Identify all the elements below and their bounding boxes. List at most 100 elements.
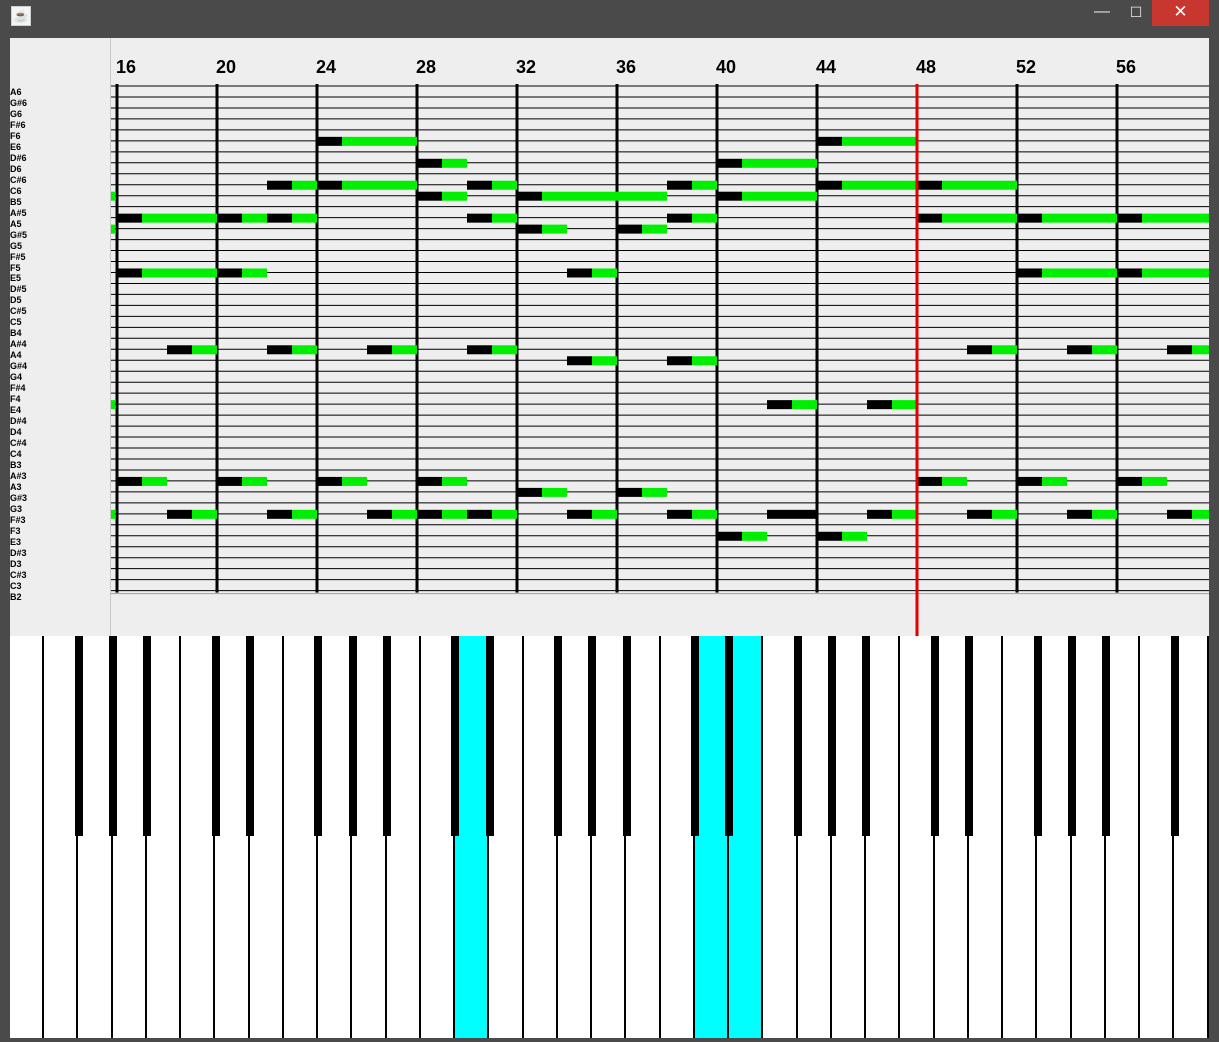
note-tail	[742, 531, 767, 541]
white-key[interactable]	[284, 636, 318, 1038]
black-key[interactable]	[794, 636, 802, 836]
note-tail	[242, 213, 267, 223]
close-button[interactable]: ✕	[1152, 0, 1209, 26]
java-cup-icon[interactable]: ☕	[11, 6, 31, 26]
black-key[interactable]	[588, 636, 596, 836]
white-key[interactable]	[866, 636, 900, 1038]
black-key[interactable]	[1102, 636, 1110, 836]
minimize-button[interactable]: —	[1084, 0, 1120, 26]
white-key[interactable]	[764, 636, 798, 1038]
pitch-label: F#4	[10, 383, 26, 394]
white-key[interactable]	[592, 636, 626, 1038]
pitch-label: D5	[10, 295, 22, 306]
black-key[interactable]	[931, 636, 939, 836]
white-key[interactable]	[1072, 636, 1106, 1038]
white-key[interactable]	[79, 636, 113, 1038]
white-key[interactable]	[1038, 636, 1072, 1038]
note-tail	[592, 509, 617, 519]
pitch-label: B4	[10, 328, 22, 339]
piano-keyboard[interactable]	[10, 636, 1209, 1038]
note-head	[1117, 476, 1142, 486]
note-head	[417, 476, 442, 486]
note-grid-canvas[interactable]: 16 20 24 28 32 36 40 44 48 52 56	[111, 38, 1209, 636]
note-tail	[942, 180, 1017, 190]
black-key[interactable]	[1068, 636, 1076, 836]
black-key[interactable]	[862, 636, 870, 836]
white-key[interactable]	[935, 636, 969, 1038]
white-key[interactable]	[387, 636, 421, 1038]
white-key[interactable]	[216, 636, 250, 1038]
note-tail	[342, 136, 417, 146]
pitch-label: C#3	[10, 569, 27, 580]
note-head	[467, 180, 492, 190]
white-key[interactable]	[1106, 636, 1140, 1038]
note-head	[317, 136, 342, 146]
white-key[interactable]	[113, 636, 147, 1038]
black-key[interactable]	[691, 636, 699, 836]
pitch-label: B3	[10, 459, 22, 470]
white-key[interactable]	[421, 636, 455, 1038]
note-grid[interactable]: 16 20 24 28 32 36 40 44 48 52 56	[110, 38, 1209, 636]
white-key[interactable]	[661, 636, 695, 1038]
note-tail	[542, 191, 667, 201]
note-head	[817, 136, 842, 146]
black-key[interactable]	[828, 636, 836, 836]
white-key[interactable]	[627, 636, 661, 1038]
note-tail	[1192, 509, 1209, 519]
note-head	[1017, 213, 1042, 223]
pitch-label: E5	[10, 273, 22, 284]
white-key[interactable]	[250, 636, 284, 1038]
white-key[interactable]	[832, 636, 866, 1038]
black-key[interactable]	[725, 636, 733, 836]
black-key[interactable]	[965, 636, 973, 836]
black-key[interactable]	[383, 636, 391, 836]
maximize-button[interactable]: ☐	[1120, 0, 1152, 26]
note-tail	[1142, 213, 1209, 223]
note-head	[967, 509, 992, 519]
white-key[interactable]	[524, 636, 558, 1038]
black-key[interactable]	[451, 636, 459, 836]
white-key[interactable]	[10, 636, 44, 1038]
black-key[interactable]	[349, 636, 357, 836]
black-key[interactable]	[246, 636, 254, 836]
note-head	[417, 158, 442, 168]
white-key[interactable]	[181, 636, 215, 1038]
black-key[interactable]	[314, 636, 322, 836]
black-key[interactable]	[75, 636, 83, 836]
white-key[interactable]	[490, 636, 524, 1038]
black-key[interactable]	[1034, 636, 1042, 836]
pitch-label: D#5	[10, 284, 27, 295]
pitch-label: E6	[10, 141, 22, 152]
black-key[interactable]	[486, 636, 494, 836]
note-tail	[692, 180, 717, 190]
white-key[interactable]	[558, 636, 592, 1038]
white-key[interactable]	[1175, 636, 1209, 1038]
white-key[interactable]	[901, 636, 935, 1038]
black-key[interactable]	[212, 636, 220, 836]
black-key[interactable]	[143, 636, 151, 836]
white-key[interactable]	[44, 636, 78, 1038]
black-key[interactable]	[554, 636, 562, 836]
white-key[interactable]	[1140, 636, 1174, 1038]
white-key[interactable]	[318, 636, 352, 1038]
note-head	[367, 509, 392, 519]
bar-number: 32	[516, 57, 536, 77]
white-key[interactable]	[353, 636, 387, 1038]
note-tail	[1042, 268, 1117, 278]
pitch-label: D#3	[10, 547, 27, 558]
white-key[interactable]	[798, 636, 832, 1038]
white-key[interactable]	[695, 636, 729, 1038]
white-key[interactable]	[969, 636, 1003, 1038]
note-head	[217, 476, 242, 486]
black-key[interactable]	[109, 636, 117, 836]
note-head	[1167, 509, 1192, 519]
note-tail	[1042, 213, 1117, 223]
black-key[interactable]	[1171, 636, 1179, 836]
white-key[interactable]	[147, 636, 181, 1038]
white-key[interactable]	[729, 636, 763, 1038]
note-tail	[542, 224, 567, 234]
white-key[interactable]	[455, 636, 489, 1038]
note-tail	[1092, 345, 1117, 355]
white-key[interactable]	[1003, 636, 1037, 1038]
black-key[interactable]	[623, 636, 631, 836]
